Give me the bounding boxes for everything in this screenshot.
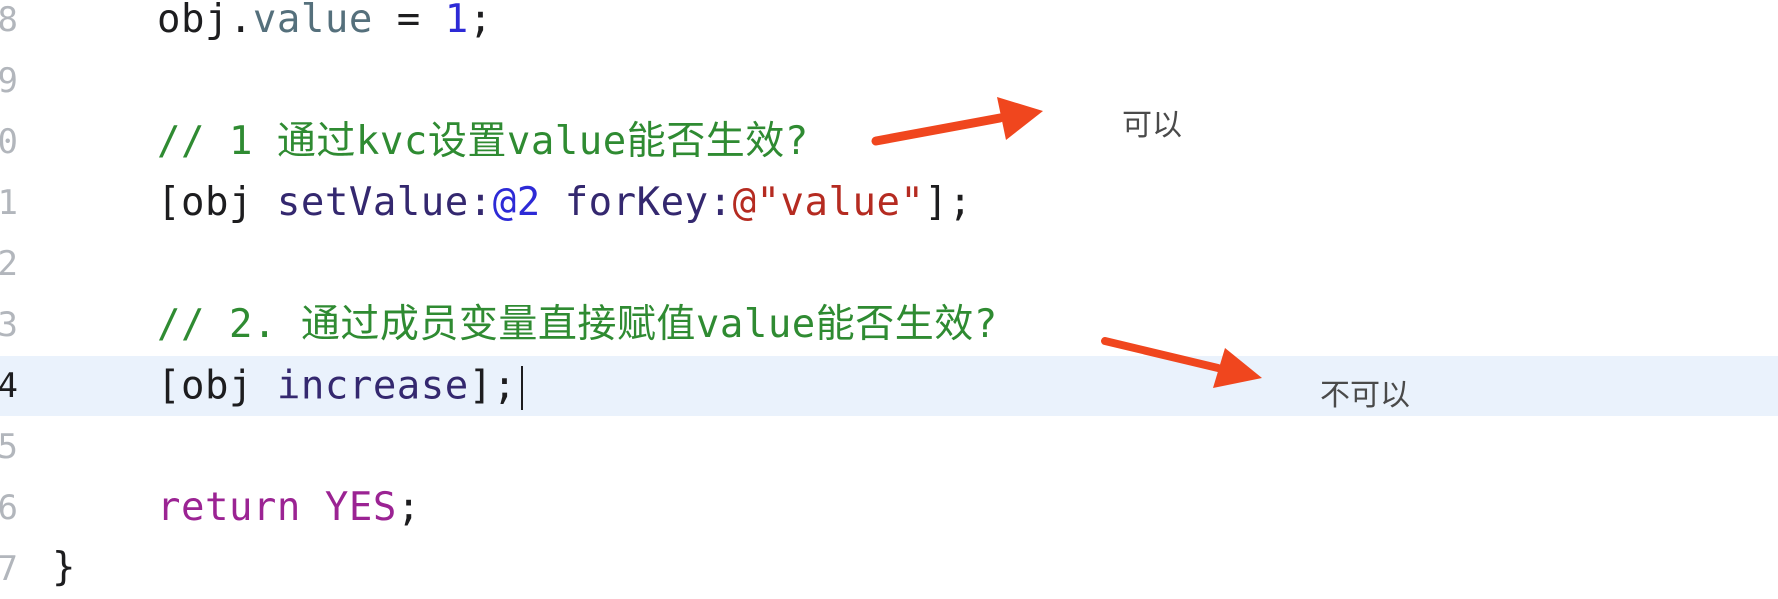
- annotation-arrows: [871, 97, 1262, 388]
- arrow-2-icon: [1101, 337, 1262, 388]
- arrow-1-icon: [871, 97, 1043, 146]
